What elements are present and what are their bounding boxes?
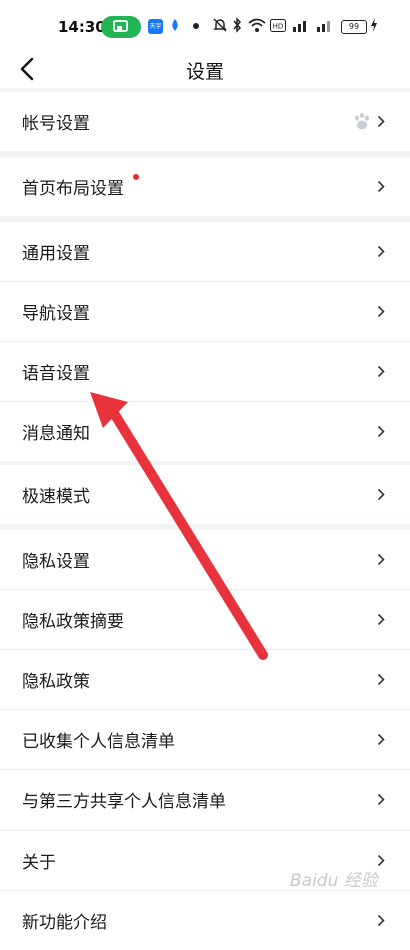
settings-item-label: 隐私政策摘要 bbox=[22, 612, 124, 632]
signal-icon bbox=[293, 21, 306, 32]
chevron-right-icon bbox=[377, 180, 385, 193]
settings-group-fast-mode: 极速模式 bbox=[0, 465, 410, 524]
chevron-right-icon bbox=[377, 553, 385, 566]
cast-icon bbox=[113, 20, 128, 32]
svg-text:HD: HD bbox=[273, 23, 284, 31]
chevron-right-icon bbox=[377, 793, 385, 806]
chevron-right-icon bbox=[377, 245, 385, 258]
settings-item-label: 极速模式 bbox=[22, 487, 90, 507]
settings-item-label: 消息通知 bbox=[22, 424, 90, 444]
chevron-right-icon bbox=[377, 425, 385, 438]
settings-item-new-features[interactable]: 新功能介绍 bbox=[0, 891, 410, 950]
settings-item-label: 通用设置 bbox=[22, 244, 90, 264]
settings-item-privacy-settings[interactable]: 隐私设置 bbox=[0, 530, 410, 590]
dot-icon bbox=[193, 23, 199, 29]
chevron-right-icon bbox=[377, 365, 385, 378]
baidu-paw-icon bbox=[355, 112, 369, 130]
settings-item-voice[interactable]: 语音设置 bbox=[0, 342, 410, 402]
settings-item-third-party-sharing[interactable]: 与第三方共享个人信息清单 bbox=[0, 770, 410, 829]
bluetooth-icon bbox=[233, 17, 242, 33]
settings-item-label: 首页布局设置 bbox=[22, 179, 124, 199]
chevron-right-icon bbox=[377, 613, 385, 626]
settings-item-label: 与第三方共享个人信息清单 bbox=[22, 792, 226, 812]
settings-item-account[interactable]: 帐号设置 bbox=[0, 92, 410, 151]
settings-item-navigation[interactable]: 导航设置 bbox=[0, 282, 410, 342]
signal-icon-2 bbox=[317, 21, 330, 32]
settings-group-general: 通用设置 导航设置 语音设置 消息通知 bbox=[0, 222, 410, 461]
settings-item-privacy-summary[interactable]: 隐私政策摘要 bbox=[0, 590, 410, 650]
chevron-right-icon bbox=[377, 488, 385, 501]
settings-item-general[interactable]: 通用设置 bbox=[0, 222, 410, 282]
settings-group-home-layout: 首页布局设置 bbox=[0, 157, 410, 216]
chevron-right-icon bbox=[377, 305, 385, 318]
status-time: 14:30 bbox=[58, 18, 106, 36]
settings-group-account: 帐号设置 bbox=[0, 92, 410, 151]
settings-item-label: 帐号设置 bbox=[22, 114, 90, 134]
wifi-icon bbox=[248, 18, 266, 32]
battery-indicator: 99 bbox=[341, 20, 367, 34]
chevron-right-icon bbox=[377, 673, 385, 686]
settings-item-label: 语音设置 bbox=[22, 364, 90, 384]
settings-item-notifications[interactable]: 消息通知 bbox=[0, 402, 410, 461]
mute-bell-icon bbox=[213, 18, 227, 32]
settings-item-label: 隐私设置 bbox=[22, 552, 90, 572]
chevron-right-icon bbox=[377, 854, 385, 867]
app-notification-icon: 天宇 bbox=[148, 19, 163, 34]
hd-icon: HD bbox=[270, 19, 286, 32]
chevron-right-icon bbox=[377, 914, 385, 927]
notification-dot bbox=[133, 174, 139, 180]
settings-item-label: 新功能介绍 bbox=[22, 913, 107, 933]
settings-item-collected-info[interactable]: 已收集个人信息清单 bbox=[0, 710, 410, 770]
settings-item-home-layout[interactable]: 首页布局设置 bbox=[0, 157, 410, 216]
settings-item-label: 已收集个人信息清单 bbox=[22, 732, 175, 752]
settings-item-label: 隐私政策 bbox=[22, 672, 90, 692]
page-title: 设置 bbox=[185, 61, 224, 83]
app-notification-icon-2 bbox=[172, 19, 178, 31]
settings-item-label: 导航设置 bbox=[22, 304, 90, 324]
chevron-right-icon bbox=[377, 733, 385, 746]
settings-item-label: 关于 bbox=[22, 853, 56, 873]
chevron-right-icon bbox=[377, 115, 385, 128]
baidu-watermark: Baidu 经验 bbox=[290, 871, 378, 891]
status-bar: 14:30 天宇 HD 99 bbox=[0, 0, 410, 52]
screen-cast-indicator[interactable] bbox=[101, 16, 141, 38]
settings-item-privacy-policy[interactable]: 隐私政策 bbox=[0, 650, 410, 710]
settings-item-fast-mode[interactable]: 极速模式 bbox=[0, 465, 410, 524]
charging-icon bbox=[371, 18, 377, 32]
nav-header: 设置 bbox=[0, 52, 410, 88]
settings-group-privacy: 隐私设置 隐私政策摘要 隐私政策 已收集个人信息清单 与第三方共享个人信息清单 bbox=[0, 530, 410, 829]
